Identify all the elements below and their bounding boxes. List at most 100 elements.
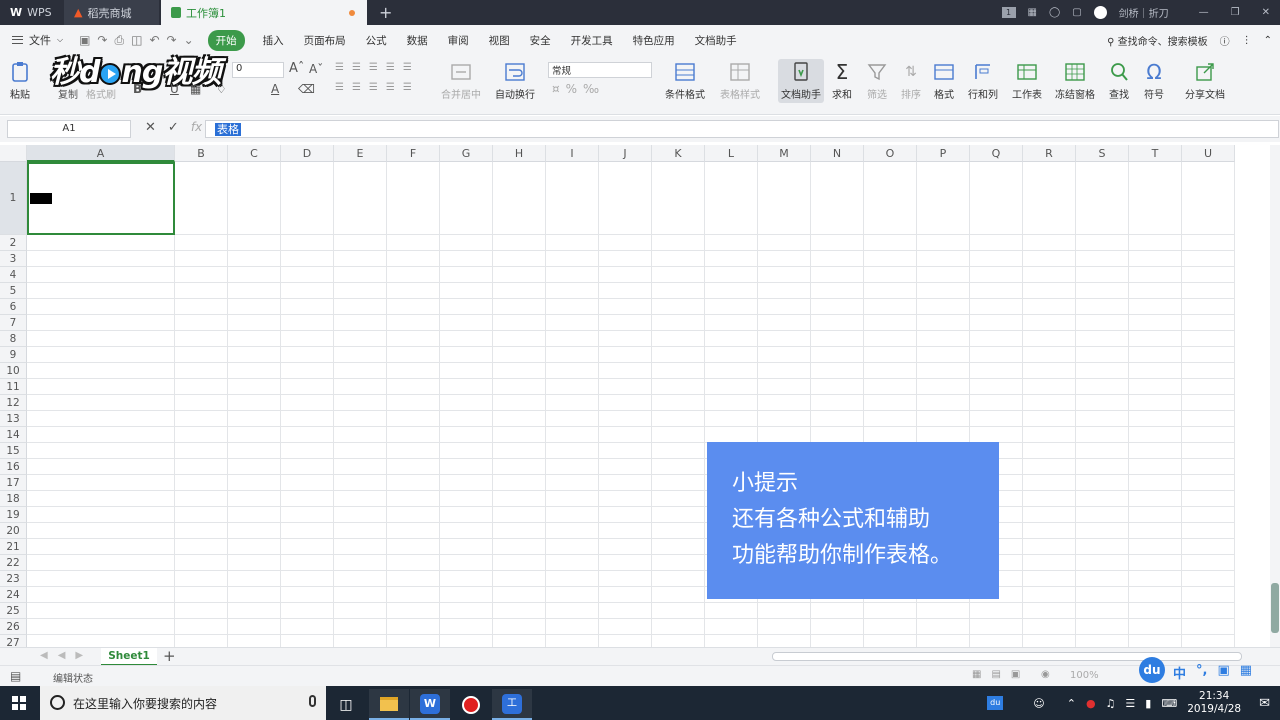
format-button[interactable]: 格式 (933, 61, 955, 101)
merge-center-button[interactable]: 合并居中 (441, 61, 481, 101)
microphone-icon[interactable] (309, 695, 316, 707)
fx-icon[interactable]: fx (191, 120, 202, 135)
sum-button[interactable]: Σ 求和 (831, 61, 853, 101)
column-header-U[interactable]: U (1182, 145, 1235, 162)
font-color-icon[interactable]: A (271, 82, 279, 96)
minimize-icon[interactable]: — (1199, 7, 1209, 18)
column-header-N[interactable]: N (811, 145, 864, 162)
column-header-P[interactable]: P (917, 145, 970, 162)
name-box[interactable]: A1 (7, 120, 131, 138)
align-top-icons[interactable]: ☰☰☰☰☰ (335, 62, 420, 73)
menu-features[interactable]: 特色应用 (623, 33, 685, 48)
layout-icon[interactable]: ▦ (1028, 7, 1037, 18)
conditional-format-button[interactable]: 条件格式 (665, 61, 705, 101)
tab-store[interactable]: ▲ 稻壳商城 (64, 0, 159, 25)
vertical-scrollbar[interactable] (1270, 145, 1280, 647)
user-name[interactable]: 剑桥｜折刀 (1119, 5, 1169, 20)
zoom-level[interactable]: 100% (1070, 670, 1099, 681)
menu-page-layout[interactable]: 页面布局 (294, 33, 356, 48)
row-header-15[interactable]: 15 (0, 443, 27, 459)
row-header-7[interactable]: 7 (0, 315, 27, 331)
restore-icon[interactable]: ❐ (1231, 7, 1240, 18)
row-header-4[interactable]: 4 (0, 267, 27, 283)
tab-workbook[interactable]: 工作簿1 (161, 0, 367, 25)
row-header-16[interactable]: 16 (0, 459, 27, 475)
more-icon[interactable]: ⋮ (1242, 35, 1252, 46)
row-header-10[interactable]: 10 (0, 363, 27, 379)
windows-start-icon[interactable] (12, 696, 26, 710)
doc-assistant-button[interactable]: 文档助手 (778, 59, 824, 103)
border-icon[interactable]: ▦ (190, 82, 201, 96)
cancel-icon[interactable]: ✕ (145, 120, 156, 135)
add-sheet-button[interactable]: + (163, 648, 176, 664)
column-header-M[interactable]: M (758, 145, 811, 162)
menu-security[interactable]: 安全 (520, 33, 561, 48)
battery-icon[interactable]: ▮ (1145, 697, 1151, 710)
column-header-C[interactable]: C (228, 145, 281, 162)
redo-icon[interactable]: ↷ (167, 33, 177, 48)
customize-icon[interactable]: ⌄ (184, 33, 194, 48)
column-header-G[interactable]: G (440, 145, 493, 162)
row-header-3[interactable]: 3 (0, 251, 27, 267)
column-header-L[interactable]: L (705, 145, 758, 162)
collapse-ribbon-icon[interactable]: ⌃ (1264, 35, 1272, 46)
keyboard-icon[interactable]: ⌨ (1161, 697, 1177, 710)
undo-icon[interactable]: ↶ (149, 33, 159, 48)
share-doc-button[interactable]: 分享文档 (1185, 61, 1225, 101)
menu-data[interactable]: 数据 (397, 33, 438, 48)
row-header-23[interactable]: 23 (0, 571, 27, 587)
row-header-20[interactable]: 20 (0, 523, 27, 539)
tab-wps[interactable]: W WPS (0, 0, 62, 25)
people-icon[interactable]: ☺ (1033, 697, 1044, 710)
volume-icon[interactable]: ♫ (1106, 697, 1116, 710)
row-col-button[interactable]: 行和列 (968, 61, 998, 101)
help-icon[interactable]: ⓘ (1220, 33, 1230, 48)
wrap-text-button[interactable]: 自动换行 (495, 61, 535, 101)
taskbar-search[interactable]: 在这里输入你要搜索的内容 (40, 686, 326, 720)
ime-grid-icon[interactable]: ▦ (1240, 663, 1252, 682)
ime-punct-icon[interactable]: °, (1196, 663, 1207, 682)
tray-expand-icon[interactable]: ⌃ (1067, 697, 1076, 710)
row-header-25[interactable]: 25 (0, 603, 27, 619)
row-header-27[interactable]: 27 (0, 635, 27, 647)
column-header-J[interactable]: J (599, 145, 652, 162)
align-left-icons[interactable]: ☰☰☰☰☰ (335, 82, 420, 93)
network-icon[interactable]: ☰ (1125, 697, 1135, 710)
row-header-1[interactable]: 1 (0, 162, 27, 235)
formula-input[interactable]: 表格 (205, 120, 1279, 138)
view-mode-icons[interactable]: ▦▤▣ (972, 669, 1030, 680)
file-explorer-icon[interactable] (369, 689, 409, 720)
column-header-O[interactable]: O (864, 145, 917, 162)
row-header-13[interactable]: 13 (0, 411, 27, 427)
wps-sheet-taskbar-icon[interactable]: 工 (492, 689, 532, 720)
save-icon[interactable]: ▣ (79, 33, 90, 48)
tray-app-icon[interactable]: ● (1086, 697, 1096, 710)
column-header-S[interactable]: S (1076, 145, 1129, 162)
bold-icon[interactable]: B (133, 82, 142, 96)
search-command[interactable]: ⚲ 查找命令、搜索模板 (1107, 33, 1208, 48)
paste-button[interactable]: 粘贴 (9, 61, 31, 101)
row-header-21[interactable]: 21 (0, 539, 27, 555)
table-style-button[interactable]: 表格样式 (720, 61, 760, 101)
row-header-11[interactable]: 11 (0, 379, 27, 395)
menu-formulas[interactable]: 公式 (356, 33, 397, 48)
spreadsheet-grid[interactable]: A B C D E F G H I J K L M N O P Q R S T U 1 2 3 4 5 6 7 8 9 10 11 12 13 14… (0, 145, 1270, 647)
row-header-6[interactable]: 6 (0, 299, 27, 315)
column-header-E[interactable]: E (334, 145, 387, 162)
eraser-icon[interactable]: ⌫ (298, 82, 315, 96)
worksheet-button[interactable]: 工作表 (1012, 61, 1042, 101)
menu-insert[interactable]: 插入 (253, 33, 294, 48)
row-header-26[interactable]: 26 (0, 619, 27, 635)
select-all-corner[interactable] (0, 145, 27, 162)
ime-language[interactable]: 中 (1173, 663, 1186, 682)
macro-icon[interactable]: ▤ (10, 669, 21, 683)
column-header-F[interactable]: F (387, 145, 440, 162)
confirm-icon[interactable]: ✓ (168, 120, 179, 135)
row-header-5[interactable]: 5 (0, 283, 27, 299)
column-header-Q[interactable]: Q (970, 145, 1023, 162)
du-tray-icon[interactable]: du (987, 696, 1004, 710)
file-menu[interactable]: 文件 ⌵ (0, 32, 73, 48)
wps-taskbar-icon[interactable]: W (410, 689, 450, 720)
task-view-icon[interactable]: ◫ (326, 689, 366, 720)
row-header-24[interactable]: 24 (0, 587, 27, 603)
